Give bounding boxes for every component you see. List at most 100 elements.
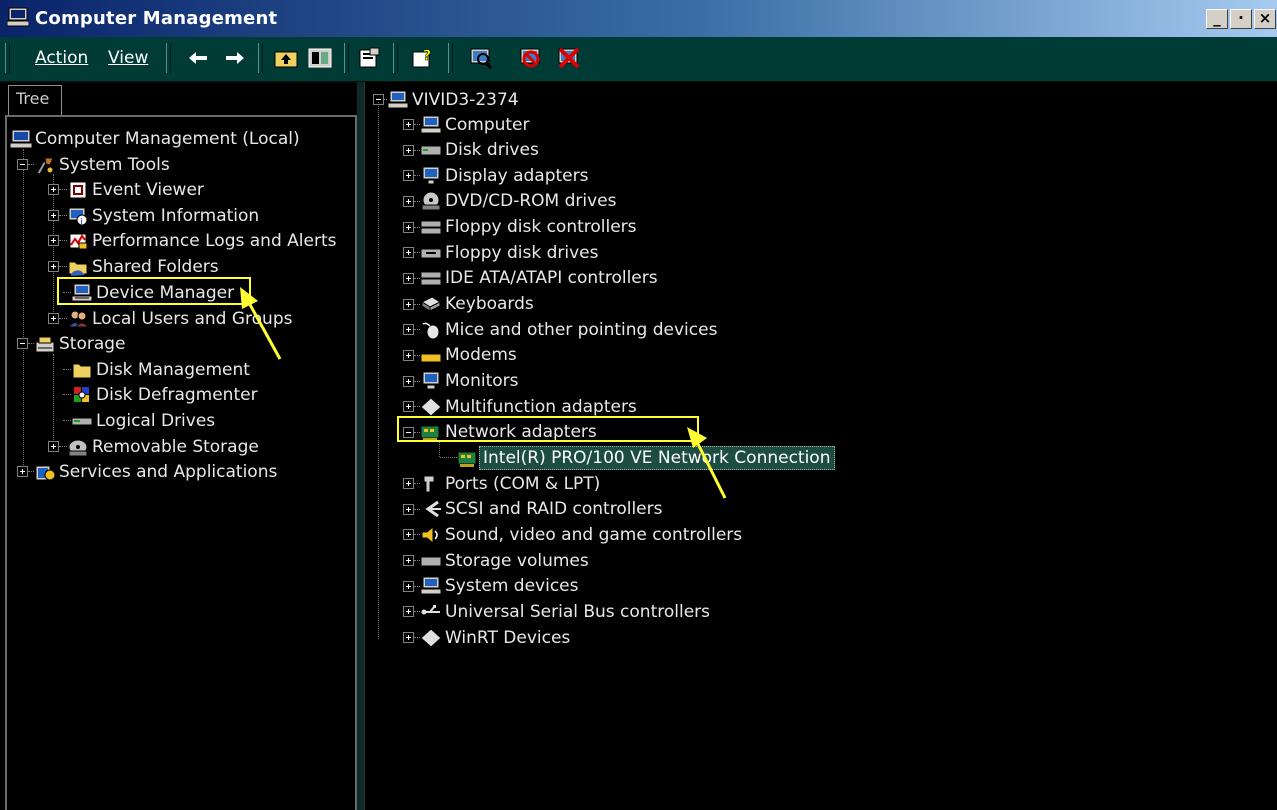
collapse-toggle[interactable] [17,338,28,349]
tree-item-label: Display adapters [445,165,589,186]
expand-toggle[interactable] [48,184,59,195]
tree-item-system-information[interactable]: i System Information [48,203,262,228]
show-hide-tree-icon[interactable] [307,46,333,70]
expand-toggle[interactable] [403,247,414,259]
tree-item-universal-serial-bus-controllers[interactable]: Universal Serial Bus controllers [403,599,713,624]
tree-item-logical-drives[interactable]: Logical Drives [63,408,218,433]
forward-icon[interactable] [222,46,248,70]
tree-item-computer-management[interactable]: Computer Management (Local) [10,126,303,151]
uninstall-device-icon[interactable] [556,46,582,70]
expand-toggle[interactable] [48,261,59,272]
expand-toggle[interactable] [403,221,414,233]
multifunction-adapter-icon [420,396,442,417]
floppy-controller-icon [420,220,442,235]
tree-item-vivid3-2374[interactable]: VIVID3-2374 [373,87,522,112]
tree-item-keyboards[interactable]: Keyboards [403,292,537,317]
highlight-box-device-manager [57,277,251,305]
toolbar-grip[interactable] [393,43,398,73]
tree-item-system-devices[interactable]: System devices [403,574,582,599]
tree-item-ports-com-lpt[interactable]: Ports (COM & LPT) [403,471,603,496]
tree-item-disk-drives[interactable]: Disk drives [403,138,542,163]
toolbar-grip[interactable] [448,43,453,73]
restore-button[interactable]: · [1230,9,1252,29]
tree-item-shared-folders[interactable]: Shared Folders [48,254,222,279]
tree-item-ide-ata-atapi-controllers[interactable]: IDE ATA/ATAPI controllers [403,266,661,291]
tree-item-winrt-devices[interactable]: WinRT Devices [403,625,573,650]
toolbar: Action View ? [0,37,1277,83]
tree-item-modems[interactable]: Modems [403,343,520,368]
tree-item-label: Floppy disk drives [445,242,599,263]
expand-toggle[interactable] [48,210,59,221]
expand-toggle[interactable] [403,272,414,284]
tree-item-floppy-disk-controllers[interactable]: Floppy disk controllers [403,215,640,240]
device-tree-pane: VIVID3-2374 Computer Disk drives Display ad… [364,82,1277,810]
tree-item-intel-r-pro-100-ve-network-connection[interactable]: Intel(R) PRO/100 VE Network Connection [440,445,835,470]
scan-hardware-icon[interactable] [468,46,494,70]
tree-item-storage-volumes[interactable]: Storage volumes [403,548,592,573]
expand-toggle[interactable] [403,375,414,387]
view-menu[interactable]: View [108,48,148,68]
expand-toggle[interactable] [403,606,414,618]
disable-device-icon[interactable] [518,46,544,70]
minimize-button[interactable]: _ [1206,9,1228,29]
tree-item-floppy-disk-drives[interactable]: Floppy disk drives [403,240,601,265]
tab-tree[interactable]: Tree [8,85,62,115]
back-icon[interactable] [185,46,211,70]
expand-toggle[interactable] [403,324,414,336]
expand-toggle[interactable] [48,313,59,324]
tree-item-mice-and-other-pointing-devices[interactable]: Mice and other pointing devices [403,317,720,342]
tree-item-performance-logs[interactable]: Performance Logs and Alerts [48,228,339,253]
toolbar-grip[interactable] [5,43,10,73]
action-menu[interactable]: Action [35,48,88,68]
tree-item-removable-storage[interactable]: Removable Storage [48,434,262,459]
tree-item-storage[interactable]: Storage [17,331,129,356]
tree-item-scsi-and-raid-controllers[interactable]: SCSI and RAID controllers [403,497,665,522]
toolbar-grip[interactable] [258,43,263,73]
expand-toggle[interactable] [403,401,414,413]
tree-item-label: Floppy disk controllers [445,217,637,238]
expand-toggle[interactable] [403,144,414,156]
tree-item-display-adapters[interactable]: Display adapters [403,163,591,188]
dvd-drive-icon [421,191,441,211]
expand-toggle[interactable] [403,170,414,182]
expand-toggle[interactable] [403,529,414,541]
toolbar-grip[interactable] [344,43,349,73]
tree-item-computer[interactable]: Computer [403,112,533,137]
collapse-toggle[interactable] [17,159,28,170]
system-information-icon: i [68,207,88,226]
expand-toggle[interactable] [48,235,59,246]
expand-toggle[interactable] [403,632,414,643]
tree-line [23,149,24,473]
expand-toggle[interactable] [403,298,414,310]
up-folder-icon[interactable] [273,46,299,70]
close-button[interactable]: × [1254,9,1276,29]
ide-controller-icon [420,271,442,286]
tree-item-monitors[interactable]: Monitors [403,369,521,394]
expand-toggle[interactable] [403,195,414,207]
expand-toggle[interactable] [403,580,414,592]
expand-toggle[interactable] [403,478,414,490]
toolbar-grip[interactable] [166,43,171,73]
tree-item-event-viewer[interactable]: Event Viewer [48,177,207,202]
tree-item-disk-management[interactable]: Disk Management [63,357,253,382]
expand-toggle[interactable] [403,555,414,567]
expand-toggle[interactable] [48,441,59,452]
tree-item-dvd-cd-rom-drives[interactable]: DVD/CD-ROM drives [403,189,619,214]
help-icon[interactable]: ? [410,46,436,70]
tree-item-disk-defragmenter[interactable]: Disk Defragmenter [63,382,261,407]
logical-drives-icon [71,417,93,425]
expand-toggle[interactable] [17,466,28,477]
tree-item-system-tools[interactable]: System Tools [17,152,173,177]
tree-item-services-applications[interactable]: Services and Applications [17,459,280,484]
tree-item-label: Ports (COM & LPT) [445,473,601,494]
removable-storage-icon [68,439,88,456]
expand-toggle[interactable] [403,119,414,130]
keyboard-icon [420,296,442,312]
mouse-icon [422,322,440,340]
expand-toggle[interactable] [403,349,414,361]
expand-toggle[interactable] [403,503,414,515]
computer-management-icon [7,7,29,27]
properties-icon[interactable] [356,46,382,70]
pane-splitter[interactable] [357,82,364,810]
tree-item-sound-video-and-game-controllers[interactable]: Sound, video and game controllers [403,522,745,547]
